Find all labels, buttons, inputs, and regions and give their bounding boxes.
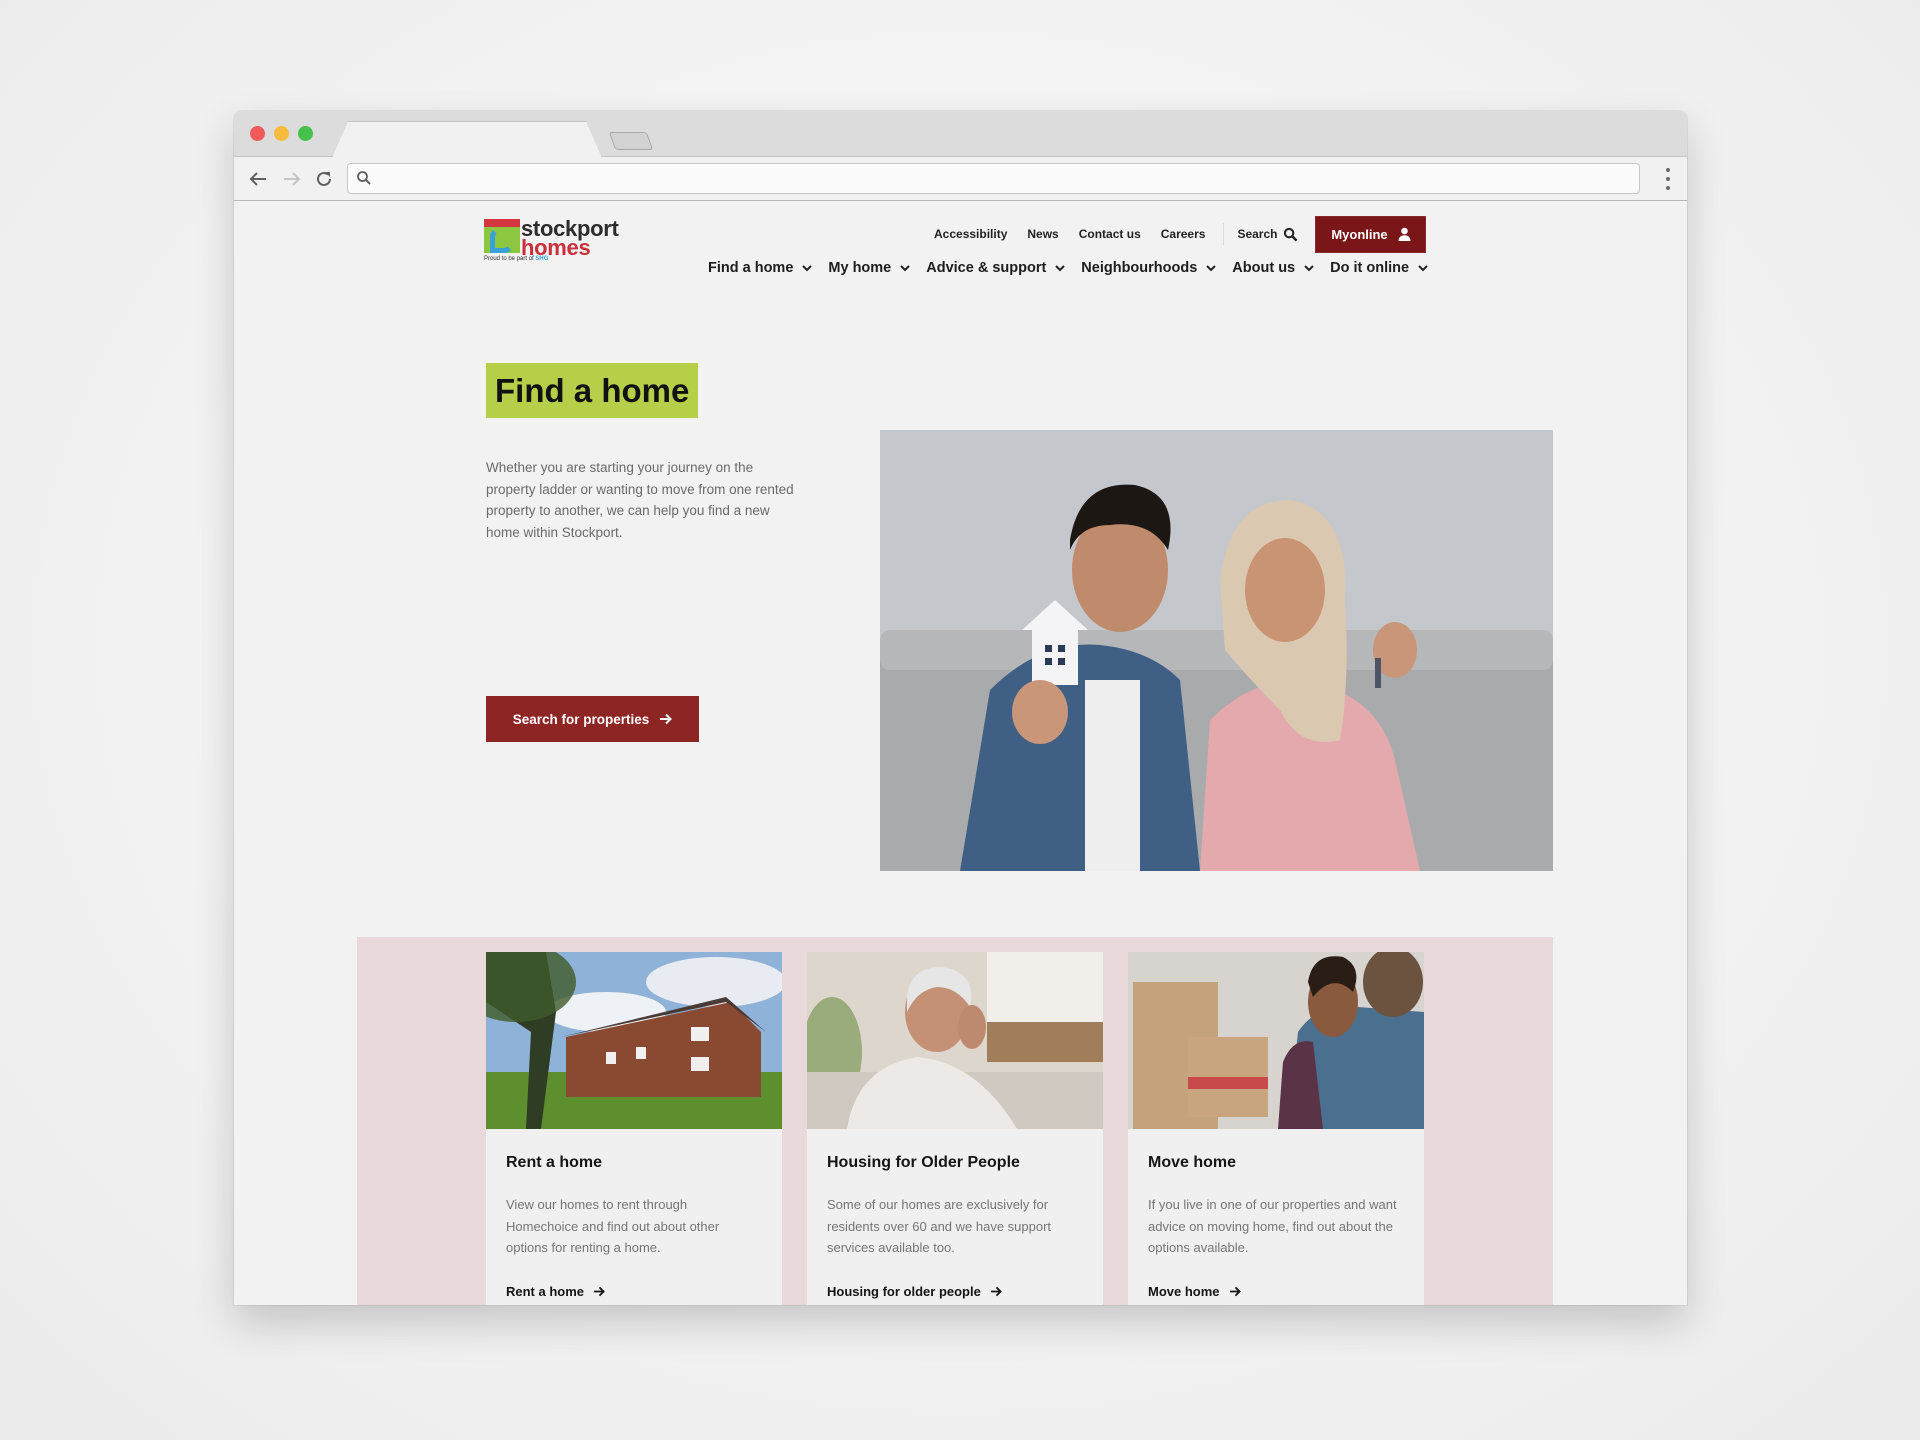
search-properties-label: Search for properties <box>512 711 650 727</box>
util-divider <box>1223 223 1225 245</box>
util-link-accessibility[interactable]: Accessibility <box>934 227 1007 241</box>
page-viewport: stockport homes Proud to be part of SHG … <box>234 202 1687 1305</box>
chevron-down-icon <box>1418 264 1428 271</box>
address-bar[interactable] <box>347 163 1640 194</box>
card-link-label: Move home <box>1148 1284 1220 1299</box>
util-link-news[interactable]: News <box>1027 227 1058 241</box>
chevron-down-icon <box>802 264 813 271</box>
nav-label: About us <box>1232 260 1296 276</box>
browser-toolbar <box>234 157 1687 201</box>
main-nav: Find a home My home Advice & support Nei… <box>708 260 1444 276</box>
user-icon <box>1398 227 1411 241</box>
arrow-right-icon <box>990 1286 1002 1297</box>
card-link[interactable]: Move home <box>1148 1284 1241 1299</box>
card-text: Some of our homes are exclusively for re… <box>827 1197 1052 1255</box>
util-link-careers[interactable]: Careers <box>1161 227 1206 241</box>
utility-nav: Accessibility News Contact us Careers Se… <box>934 215 1427 253</box>
minimize-window-button[interactable] <box>274 126 289 141</box>
arrow-right-icon <box>1229 1286 1241 1297</box>
card-text: View our homes to rent through Homechoic… <box>506 1197 720 1255</box>
search-icon <box>357 171 371 185</box>
nav-advice-support[interactable]: Advice & support <box>926 260 1066 276</box>
card-image <box>807 952 1103 1129</box>
card-title: Rent a home <box>506 1154 603 1171</box>
search-icon <box>1284 227 1298 241</box>
card-image <box>1128 952 1424 1129</box>
hero-description: Whether you are starting your journey on… <box>486 460 794 540</box>
menu-icon <box>1666 168 1670 172</box>
nav-label: Neighbourhoods <box>1081 260 1198 276</box>
chevron-down-icon <box>1304 264 1314 271</box>
back-icon <box>249 172 266 186</box>
forward-button[interactable] <box>280 167 304 191</box>
logo-tagline: Proud to be part of SHG <box>484 256 548 262</box>
card-title: Housing for Older People <box>827 1154 1020 1171</box>
maximize-window-button[interactable] <box>298 126 313 141</box>
chevron-down-icon <box>1055 264 1066 271</box>
util-link-contact-us[interactable]: Contact us <box>1079 227 1141 241</box>
chevron-down-icon <box>900 264 910 271</box>
page-title: Find a home <box>486 363 699 418</box>
myonline-label: Myonline <box>1331 226 1388 242</box>
site-logo[interactable]: stockport homes Proud to be part of SHG <box>484 216 624 266</box>
nav-label: My home <box>828 260 892 276</box>
card-move-home[interactable]: Move home If you live in one of our prop… <box>1128 952 1424 1305</box>
nav-neighbourhoods[interactable]: Neighbourhoods <box>1081 260 1217 276</box>
new-tab-button[interactable] <box>608 132 654 150</box>
reload-icon <box>317 171 331 186</box>
site-search-label: Search <box>1237 227 1278 241</box>
card-rent-a-home[interactable]: Rent a home View our homes to rent throu… <box>486 952 782 1305</box>
forward-icon <box>284 172 301 186</box>
nav-label: Do it online <box>1330 260 1410 276</box>
reload-button[interactable] <box>312 167 336 191</box>
arrow-right-icon <box>660 713 673 725</box>
chevron-down-icon <box>1206 264 1217 271</box>
nav-do-it-online[interactable]: Do it online <box>1330 260 1428 276</box>
site-search-button[interactable]: Search <box>1237 227 1298 242</box>
menu-icon-dot <box>1666 186 1670 190</box>
card-link[interactable]: Housing for older people <box>827 1284 1002 1299</box>
logo-tagline-brand: SHG <box>535 256 549 262</box>
close-window-button[interactable] <box>250 126 265 141</box>
arrow-right-icon <box>593 1286 605 1297</box>
browser-tab-active-fill <box>334 122 600 158</box>
tab-strip <box>234 111 1687 158</box>
browser-menu-button[interactable] <box>1665 168 1671 190</box>
card-link-label: Housing for older people <box>827 1284 981 1299</box>
nav-label: Advice & support <box>926 260 1047 276</box>
browser-window: stockport homes Proud to be part of SHG … <box>234 111 1687 1305</box>
search-properties-button[interactable]: Search for properties <box>486 696 699 742</box>
back-button[interactable] <box>246 167 270 191</box>
nav-label: Find a home <box>708 260 794 276</box>
logo-tagline-prefix: Proud to be part of <box>484 256 536 262</box>
card-link-label: Rent a home <box>506 1284 585 1299</box>
nav-my-home[interactable]: My home <box>828 260 910 276</box>
card-title: Move home <box>1148 1154 1237 1171</box>
nav-about-us[interactable]: About us <box>1232 260 1314 276</box>
myonline-button[interactable]: Myonline <box>1315 215 1427 253</box>
hero-image <box>880 430 1553 871</box>
logo-mark-icon <box>484 219 520 253</box>
card-image <box>486 952 782 1129</box>
card-housing-older-people[interactable]: Housing for Older People Some of our hom… <box>807 952 1103 1305</box>
card-link[interactable]: Rent a home <box>506 1284 605 1299</box>
nav-find-a-home[interactable]: Find a home <box>708 260 813 276</box>
card-text: If you live in one of our properties and… <box>1148 1197 1397 1255</box>
menu-icon-dot <box>1666 177 1670 181</box>
